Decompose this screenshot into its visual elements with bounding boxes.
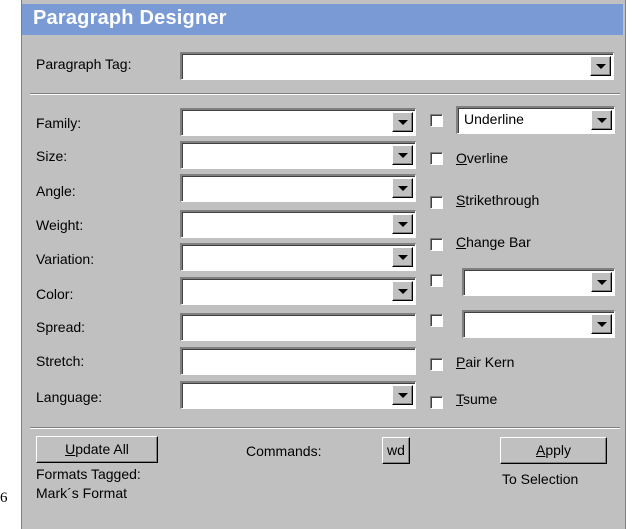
commands-button[interactable]: wd xyxy=(382,437,410,464)
update-all-mnemonic: U xyxy=(65,441,76,457)
overline-label[interactable]: Overline xyxy=(456,150,508,166)
side-mark: 6 xyxy=(0,490,8,506)
chevron-down-icon[interactable] xyxy=(591,110,612,130)
color-label: Color: xyxy=(36,286,74,302)
marks-format-label: Mark´s Format xyxy=(36,485,127,501)
underline-checkbox[interactable] xyxy=(430,114,443,127)
chevron-down-icon[interactable] xyxy=(392,178,413,198)
update-all-button[interactable]: Update All xyxy=(36,436,158,463)
tsume-mnemonic: T xyxy=(456,391,463,407)
spread-input[interactable] xyxy=(180,313,416,341)
color-combobox[interactable] xyxy=(180,277,416,305)
tsume-checkbox[interactable] xyxy=(430,396,443,409)
chevron-down-icon[interactable] xyxy=(392,247,413,267)
change-bar-label[interactable]: Change Bar xyxy=(456,234,531,250)
chevron-down-icon[interactable] xyxy=(392,214,413,234)
chevron-down-icon[interactable] xyxy=(591,272,612,292)
option-6-checkbox[interactable] xyxy=(430,314,443,327)
strikethrough-mnemonic: S xyxy=(456,192,466,208)
chevron-down-icon[interactable] xyxy=(392,112,413,132)
family-label: Family: xyxy=(36,115,82,131)
paragraph-tag-label: Paragraph Tag: xyxy=(36,56,132,72)
underline-combobox[interactable]: Underline xyxy=(456,106,615,134)
separator-top xyxy=(30,93,620,95)
option-6-combobox[interactable] xyxy=(462,310,615,338)
family-combobox[interactable] xyxy=(180,108,416,136)
underline-value: Underline xyxy=(464,111,524,127)
change-bar-checkbox[interactable] xyxy=(430,238,443,251)
apply-text: pply xyxy=(545,442,572,458)
pair-kern-checkbox[interactable] xyxy=(430,358,443,371)
window-title: Paragraph Designer xyxy=(33,7,227,29)
language-label: Language: xyxy=(36,389,103,405)
separator-bottom xyxy=(30,427,620,429)
pair-kern-label[interactable]: Pair Kern xyxy=(456,354,514,370)
language-combobox[interactable] xyxy=(180,381,416,409)
pair-kern-text: air Kern xyxy=(465,354,515,370)
variation-label: Variation: xyxy=(36,251,95,267)
weight-combobox[interactable] xyxy=(180,210,416,238)
option-5-checkbox[interactable] xyxy=(430,274,443,287)
apply-button[interactable]: Apply xyxy=(500,437,607,464)
change-bar-text: hange Bar xyxy=(466,234,531,250)
change-bar-mnemonic: C xyxy=(456,234,467,250)
strikethrough-checkbox[interactable] xyxy=(430,196,443,209)
to-selection-label: To Selection xyxy=(502,471,579,487)
size-label: Size: xyxy=(36,148,68,164)
chevron-down-icon[interactable] xyxy=(590,56,611,76)
chevron-down-icon[interactable] xyxy=(392,145,413,165)
angle-combobox[interactable] xyxy=(180,174,416,202)
weight-label: Weight: xyxy=(36,217,84,233)
update-all-text: pdate All xyxy=(75,441,129,457)
pair-kern-mnemonic: P xyxy=(456,354,466,370)
tsume-text: sume xyxy=(463,391,498,407)
chevron-down-icon[interactable] xyxy=(591,314,612,334)
angle-label: Angle: xyxy=(36,183,76,199)
apply-mnemonic: A xyxy=(535,442,546,458)
size-combobox[interactable] xyxy=(180,141,416,169)
overline-mnemonic: O xyxy=(456,150,467,166)
overline-checkbox[interactable] xyxy=(430,152,443,165)
chevron-down-icon[interactable] xyxy=(392,385,413,405)
paragraph-tag-combobox[interactable] xyxy=(180,52,614,80)
option-5-combobox[interactable] xyxy=(462,268,615,296)
strikethrough-label[interactable]: Strikethrough xyxy=(456,192,539,208)
stretch-input[interactable] xyxy=(180,347,416,375)
commands-label: Commands: xyxy=(246,443,322,459)
variation-combobox[interactable] xyxy=(180,243,416,271)
spread-label: Spread: xyxy=(36,319,86,335)
strikethrough-text: trikethrough xyxy=(465,192,540,208)
stretch-label: Stretch: xyxy=(36,353,85,369)
tsume-label[interactable]: Tsume xyxy=(456,391,497,407)
formats-tagged-label: Formats Tagged: xyxy=(36,466,141,482)
overline-text: verline xyxy=(466,150,509,166)
chevron-down-icon[interactable] xyxy=(392,281,413,301)
